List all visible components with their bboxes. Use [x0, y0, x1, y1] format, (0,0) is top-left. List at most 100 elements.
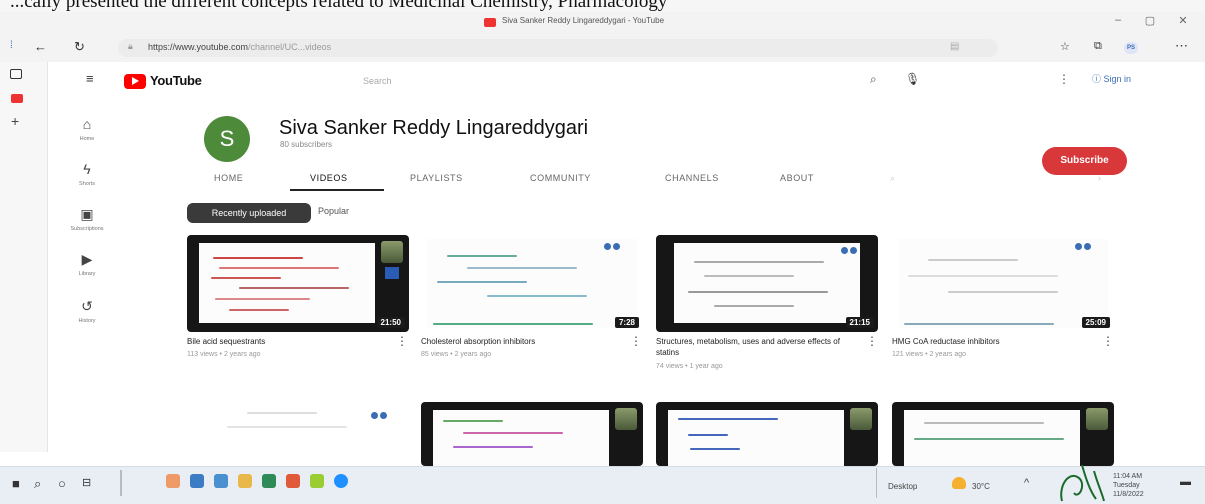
active-tab-youtube-icon[interactable] — [11, 94, 23, 103]
taskbar-divider — [120, 470, 122, 496]
tab-home[interactable]: HOME — [214, 173, 243, 183]
reader-mode-icon[interactable]: ▤ — [950, 41, 959, 52]
start-icon[interactable]: ■ — [12, 476, 20, 491]
video-thumbnail[interactable] — [187, 402, 409, 466]
sidebar-item-shorts[interactable]: ϟ Shorts — [56, 160, 118, 187]
profile-icon[interactable]: PS — [1124, 42, 1138, 54]
close-button[interactable]: ✕ — [1173, 14, 1193, 27]
tab-playlists[interactable]: PLAYLISTS — [410, 173, 463, 183]
app-icon[interactable] — [262, 474, 276, 488]
new-tab-icon[interactable]: + — [11, 113, 19, 129]
recording-indicator-icon — [841, 247, 859, 255]
refresh-icon[interactable]: ↻ — [74, 39, 85, 55]
search-channel-icon[interactable]: ⌕ — [890, 173, 896, 184]
lecture-slide-image — [904, 410, 1080, 466]
sign-in-button[interactable]: ⓘ Sign in — [1092, 72, 1131, 85]
video-menu-icon[interactable]: ⋮ — [396, 334, 408, 348]
cortana-icon[interactable]: ○ — [58, 476, 66, 491]
active-tab-indicator — [290, 189, 384, 191]
video-duration: 25:09 — [1081, 317, 1110, 328]
youtube-wordmark[interactable]: YouTube — [150, 73, 202, 88]
app-icon[interactable] — [190, 474, 204, 488]
collections-icon[interactable]: ⧉ — [1094, 40, 1102, 53]
video-menu-icon[interactable]: ⋮ — [866, 334, 878, 348]
settings-menu-icon[interactable]: ⋮ — [1058, 72, 1070, 86]
taskbar-divider — [876, 468, 877, 498]
video-thumbnail[interactable] — [892, 402, 1114, 466]
favorites-icon[interactable]: ☆ — [1060, 40, 1070, 53]
microphone-icon[interactable]: 🎙︎ — [905, 72, 920, 86]
tabs-scroll-right-icon[interactable]: › — [1098, 173, 1102, 183]
video-menu-icon[interactable]: ⋮ — [630, 334, 642, 348]
clock-date[interactable]: 11/8/2022 — [1113, 491, 1144, 498]
webcam-image — [615, 408, 637, 430]
channel-name: Siva Sanker Reddy Lingareddygari — [279, 117, 589, 139]
video-thumbnail[interactable] — [656, 402, 878, 466]
sidebar-item-history[interactable]: ↺ History — [56, 297, 118, 324]
video-title[interactable]: Cholesterol absorption inhibitors — [421, 336, 621, 347]
desktop-toolbar-label[interactable]: Desktop — [888, 482, 917, 491]
video-title[interactable]: Structures, metabolism, uses and adverse… — [656, 336, 856, 358]
video-meta: 113 views • 2 years ago — [187, 351, 261, 358]
sidebar-item-subscriptions[interactable]: ▣ Subscriptions — [56, 205, 118, 232]
document-text-strip: ...cally presented the different concept… — [0, 0, 1205, 12]
video-thumbnail[interactable]: 25:09 — [892, 235, 1114, 332]
window-title: Siva Sanker Reddy Lingareddygari - YouTu… — [502, 16, 665, 25]
library-icon: ▶ — [81, 251, 93, 267]
back-icon[interactable]: ← — [34, 39, 47, 54]
sidebar-item-home[interactable]: ⌂ Home — [56, 115, 118, 142]
file-explorer-icon[interactable] — [238, 474, 252, 488]
video-thumbnail[interactable] — [421, 402, 643, 466]
lecture-slide-image — [199, 243, 375, 323]
url-text[interactable]: https://www.youtube.com/channel/UC...vid… — [148, 42, 331, 52]
chip-popular[interactable]: Popular — [318, 206, 349, 216]
video-menu-icon[interactable]: ⋮ — [1102, 334, 1114, 348]
chip-recently-uploaded[interactable]: Recently uploaded — [187, 203, 311, 223]
video-meta: 74 views • 1 year ago — [656, 363, 723, 370]
app-icon[interactable] — [214, 474, 228, 488]
youtube-favicon-icon — [484, 18, 496, 27]
video-duration: 21:15 — [845, 317, 874, 328]
task-view-icon[interactable]: ⊟ — [82, 476, 91, 489]
tab-videos[interactable]: VIDEOS — [310, 173, 348, 183]
maximize-button[interactable]: ▢ — [1140, 14, 1160, 27]
app-icon[interactable] — [310, 474, 324, 488]
clock-time[interactable]: 11:04 AM — [1113, 473, 1142, 480]
tab-actions-menu-icon[interactable] — [10, 69, 22, 79]
video-title[interactable]: Bile acid sequestrants — [187, 336, 387, 347]
app-icon[interactable] — [166, 474, 180, 488]
video-thumbnail[interactable]: 21:15 — [656, 235, 878, 332]
tab-community[interactable]: COMMUNITY — [530, 173, 591, 183]
minimize-button[interactable]: – — [1108, 14, 1128, 26]
shorts-icon: ϟ — [83, 161, 91, 177]
tray-overflow-icon[interactable]: ^ — [1024, 477, 1029, 489]
handwritten-signature — [1060, 464, 1105, 502]
video-thumbnail[interactable]: 21:50 — [187, 235, 409, 332]
lecture-slide-image — [898, 239, 1108, 328]
app-icon[interactable] — [286, 474, 300, 488]
channel-avatar[interactable]: S — [204, 116, 250, 162]
temperature[interactable]: 30°C — [972, 482, 990, 491]
notifications-icon[interactable]: ▬ — [1180, 476, 1191, 488]
subscriber-count: 80 subscribers — [280, 140, 333, 149]
more-menu-icon[interactable]: ⋯ — [1175, 38, 1188, 54]
subscribe-button[interactable]: Subscribe — [1042, 147, 1127, 175]
clock-day[interactable]: Tuesday — [1113, 482, 1140, 489]
tab-about[interactable]: ABOUT — [780, 173, 814, 183]
search-taskbar-icon[interactable]: ⌕ — [34, 476, 41, 492]
video-duration: 21:50 — [376, 317, 405, 328]
video-thumbnail[interactable]: 7:28 — [421, 235, 643, 332]
tab-actions-icon[interactable]: ⁞ — [10, 40, 13, 51]
sidebar-item-library[interactable]: ▶ Library — [56, 250, 118, 277]
search-input[interactable]: Search — [363, 76, 392, 86]
weather-icon[interactable] — [952, 477, 966, 489]
slide-icon — [385, 267, 399, 279]
video-title[interactable]: HMG CoA reductase inhibitors — [892, 336, 1092, 347]
lock-icon: 🔒︎ — [128, 41, 133, 51]
edge-browser-icon[interactable] — [334, 474, 348, 488]
lecture-slide-image — [433, 410, 609, 466]
hamburger-menu-icon[interactable]: ≡ — [86, 71, 94, 86]
tab-channels[interactable]: CHANNELS — [665, 173, 719, 183]
search-icon[interactable]: ⌕ — [870, 72, 877, 87]
lecture-slide-image — [427, 239, 637, 328]
